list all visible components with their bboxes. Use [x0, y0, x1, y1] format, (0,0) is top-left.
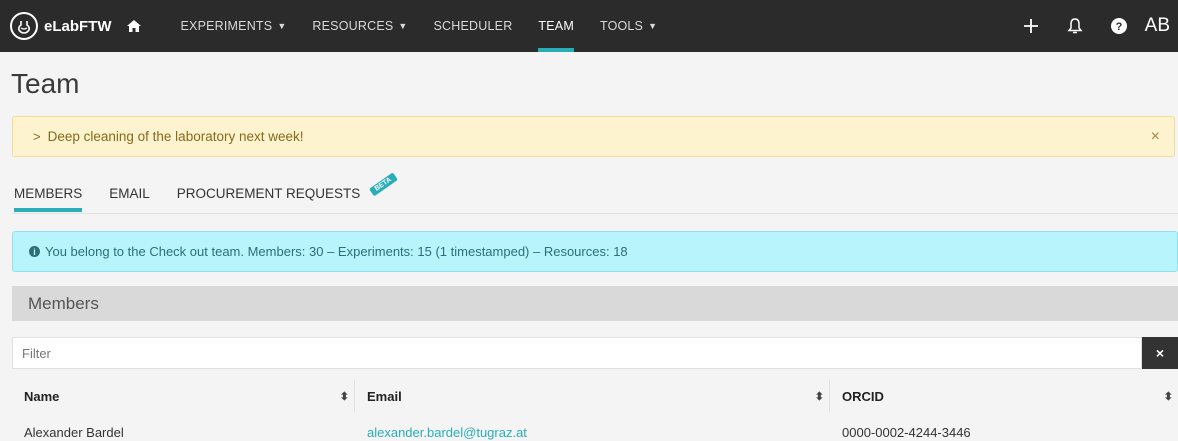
sort-icon: ⬍	[814, 390, 824, 403]
bell-icon[interactable]	[1053, 0, 1097, 52]
member-orcid: 0000-0002-4244-3446	[842, 424, 971, 440]
nav-item-tools[interactable]: TOOLS ▼	[587, 0, 670, 52]
column-header-email[interactable]: Email ⬍	[355, 380, 830, 412]
help-icon[interactable]: ?	[1097, 0, 1141, 52]
svg-text:?: ?	[1115, 21, 1122, 33]
beta-badge: BETA	[369, 172, 398, 197]
column-header-orcid[interactable]: ORCID ⬍	[830, 380, 1178, 412]
nav-item-label: SCHEDULER	[433, 19, 513, 33]
close-icon[interactable]: ×	[1151, 128, 1160, 146]
caret-down-icon: ▼	[398, 21, 408, 31]
home-icon[interactable]	[126, 18, 142, 34]
sort-icon: ⬍	[1163, 390, 1173, 403]
team-tabs: MEMBERS EMAIL PROCUREMENT REQUESTS BETA	[14, 172, 398, 212]
members-table-header: Name ⬍ Email ⬍ ORCID ⬍	[12, 380, 1178, 412]
nav-item-resources[interactable]: RESOURCES ▼	[299, 0, 420, 52]
tabs-divider	[12, 213, 1178, 214]
info-icon: i	[29, 246, 40, 257]
nav-item-label: TEAM	[538, 19, 574, 33]
nav-item-scheduler[interactable]: SCHEDULER	[421, 0, 526, 52]
page-title: Team	[11, 68, 80, 99]
member-email-link[interactable]: alexander.bardel@tugraz.at	[355, 420, 830, 441]
tab-email[interactable]: EMAIL	[109, 186, 150, 208]
members-section-header: Members	[12, 286, 1178, 321]
column-header-name[interactable]: Name ⬍	[12, 380, 355, 412]
members-title: Members	[28, 293, 99, 313]
caret-down-icon: ▼	[277, 21, 287, 31]
banner-message: Deep cleaning of the laboratory next wee…	[47, 129, 304, 144]
column-header-label: Email	[367, 388, 402, 404]
announcement-banner: > Deep cleaning of the laboratory next w…	[12, 116, 1175, 157]
filter-input[interactable]	[12, 337, 1142, 369]
team-info-alert: i You belong to the Check out team. Memb…	[12, 231, 1178, 272]
navbar-right: ? AB	[1009, 0, 1178, 52]
nav-item-label: EXPERIMENTS	[180, 19, 273, 33]
member-name: Alexander Bardel	[24, 424, 124, 440]
sort-icon: ⬍	[339, 390, 349, 403]
nav-item-team[interactable]: TEAM	[525, 0, 587, 52]
plus-icon[interactable]	[1009, 0, 1053, 52]
clear-filter-button[interactable]: ×	[1142, 337, 1178, 369]
team-info-text: You belong to the Check out team. Member…	[45, 244, 628, 259]
brand[interactable]: eLabFTW	[10, 12, 112, 40]
user-avatar[interactable]: AB	[1141, 15, 1178, 37]
members-filter: ×	[12, 337, 1178, 369]
top-navbar: eLabFTW EXPERIMENTS ▼ RESOURCES ▼ SCHEDULE…	[0, 0, 1178, 52]
column-header-label: Name	[24, 388, 60, 404]
table-row: Alexander Bardel alexander.bardel@tugraz…	[12, 420, 1178, 441]
tab-members[interactable]: MEMBERS	[14, 186, 83, 212]
nav-item-label: RESOURCES	[312, 19, 394, 33]
main-nav: EXPERIMENTS ▼ RESOURCES ▼ SCHEDULER TEAM T…	[168, 0, 671, 52]
column-header-label: ORCID	[842, 388, 884, 404]
nav-item-experiments[interactable]: EXPERIMENTS ▼	[168, 0, 300, 52]
tab-procurement-requests[interactable]: PROCUREMENT REQUESTS	[177, 186, 361, 208]
elabftw-logo-icon	[10, 12, 38, 40]
chevron-right-icon: >	[33, 129, 41, 144]
brand-name: eLabFTW	[44, 17, 112, 35]
nav-item-label: TOOLS	[599, 19, 644, 33]
caret-down-icon: ▼	[648, 21, 658, 31]
